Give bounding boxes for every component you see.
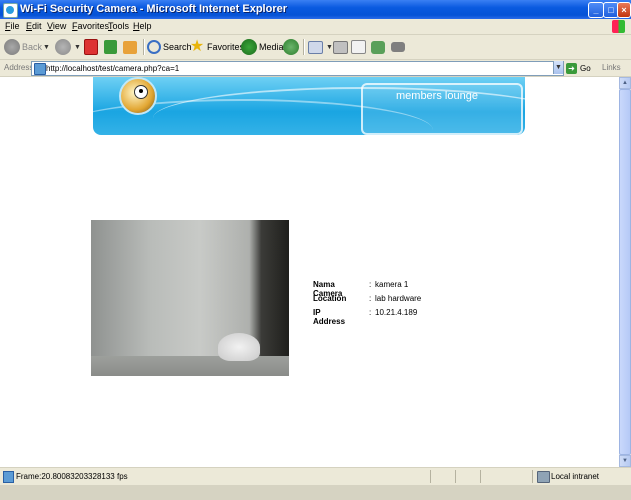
address-bar: Address ▼ ➜ Go Links	[0, 60, 631, 77]
camera-feed-floor	[91, 356, 289, 376]
go-label: Go	[580, 63, 591, 73]
ie-app-icon[interactable]	[3, 3, 18, 18]
menu-view[interactable]: View	[47, 21, 66, 31]
vertical-scrollbar[interactable]: ▲ ▼	[619, 77, 631, 467]
toolbar-divider	[303, 39, 305, 55]
edit-page-icon	[351, 40, 366, 54]
status-divider	[532, 470, 533, 483]
favorites-star-icon: ★	[189, 38, 205, 55]
colon: :	[369, 280, 372, 289]
favorites-label: Favorites	[207, 42, 245, 52]
back-button[interactable]: Back ▼	[4, 38, 50, 56]
windows-logo-icon	[612, 20, 625, 33]
forward-button[interactable]: ▼	[55, 38, 81, 56]
status-divider	[430, 470, 431, 483]
media-label: Media	[259, 42, 284, 52]
media-icon	[241, 39, 257, 55]
site-banner: members lounge	[93, 77, 525, 135]
page-content: members lounge Nama Camera : kamera 1 Lo…	[0, 77, 619, 467]
location-value: lab hardware	[375, 294, 422, 303]
search-button[interactable]: Search	[147, 38, 192, 56]
standard-toolbar: Back ▼ ▼ Search ★ Favorites Media ▼	[0, 35, 631, 60]
go-arrow-icon: ➜	[566, 62, 577, 74]
messenger-button[interactable]	[391, 38, 407, 56]
close-button[interactable]: ×	[617, 2, 631, 18]
address-label: Address	[4, 63, 34, 72]
back-label: Back	[22, 42, 43, 52]
title-bar: Wi-Fi Security Camera - Microsoft Intern…	[0, 0, 631, 19]
ip-address-value: 10.21.4.189	[375, 308, 418, 317]
chevron-down-icon[interactable]: ▼	[326, 44, 333, 51]
discuss-icon	[371, 40, 385, 54]
status-text: Frame:20.80083203328133 fps	[16, 472, 128, 481]
home-button[interactable]	[123, 38, 139, 56]
members-lounge-label[interactable]: members lounge	[396, 90, 478, 102]
page-icon	[34, 63, 46, 75]
refresh-button[interactable]	[104, 38, 119, 56]
mail-icon	[308, 40, 323, 54]
camera-feed-object	[218, 333, 260, 361]
home-icon	[123, 40, 137, 54]
scroll-up-button[interactable]: ▲	[619, 77, 631, 89]
menu-help[interactable]: Help	[133, 21, 152, 31]
camera-feed-image	[91, 220, 289, 376]
search-label: Search	[163, 42, 192, 52]
edit-button[interactable]	[351, 38, 368, 56]
forward-arrow-icon	[55, 39, 71, 55]
print-button[interactable]	[333, 38, 350, 56]
window-title: Wi-Fi Security Camera - Microsoft Intern…	[20, 3, 288, 15]
search-icon	[147, 40, 161, 54]
stop-button[interactable]	[84, 38, 100, 56]
page-icon	[3, 471, 14, 483]
menu-favorites[interactable]: Favorites	[72, 21, 109, 31]
refresh-icon	[104, 40, 117, 54]
stop-icon	[84, 39, 98, 55]
menu-bar: File Edit View Favorites Tools Help	[0, 19, 631, 35]
favorites-button[interactable]: ★ Favorites	[189, 38, 244, 56]
camera-name-value: kamera 1	[375, 280, 409, 289]
mascot-logo	[119, 77, 157, 115]
security-zone-label: Local intranet	[551, 472, 600, 481]
location-label: Location	[313, 294, 347, 303]
mail-button[interactable]: ▼	[308, 38, 333, 56]
history-icon	[283, 39, 299, 55]
media-button[interactable]: Media	[241, 38, 284, 56]
ip-address-label: IP Address	[313, 308, 346, 326]
status-bar: Frame:20.80083203328133 fps Local intran…	[0, 467, 631, 485]
toolbar-divider	[143, 39, 145, 55]
address-field[interactable]	[31, 61, 564, 76]
status-divider	[480, 470, 481, 483]
chevron-down-icon[interactable]: ▼	[74, 44, 81, 51]
print-icon	[333, 40, 348, 54]
history-button[interactable]	[283, 38, 301, 56]
chevron-down-icon[interactable]: ▼	[43, 44, 50, 51]
messenger-icon	[391, 42, 405, 52]
menu-tools[interactable]: Tools	[108, 21, 129, 31]
colon: :	[369, 294, 372, 303]
back-arrow-icon	[4, 39, 20, 55]
intranet-zone-icon	[537, 471, 550, 483]
minimize-button[interactable]: _	[588, 2, 604, 18]
menu-file[interactable]: File	[5, 21, 20, 31]
taskbar-strip	[0, 485, 631, 500]
status-divider	[455, 470, 456, 483]
go-button[interactable]: ➜ Go	[566, 61, 591, 75]
links-button[interactable]: Links	[602, 63, 621, 72]
discuss-button[interactable]	[371, 38, 387, 56]
menu-edit[interactable]: Edit	[26, 21, 42, 31]
address-dropdown-button[interactable]: ▼	[553, 61, 563, 74]
address-input[interactable]	[46, 62, 541, 75]
colon: :	[369, 308, 372, 317]
scroll-thumb[interactable]	[619, 89, 631, 455]
scroll-down-button[interactable]: ▼	[619, 455, 631, 467]
